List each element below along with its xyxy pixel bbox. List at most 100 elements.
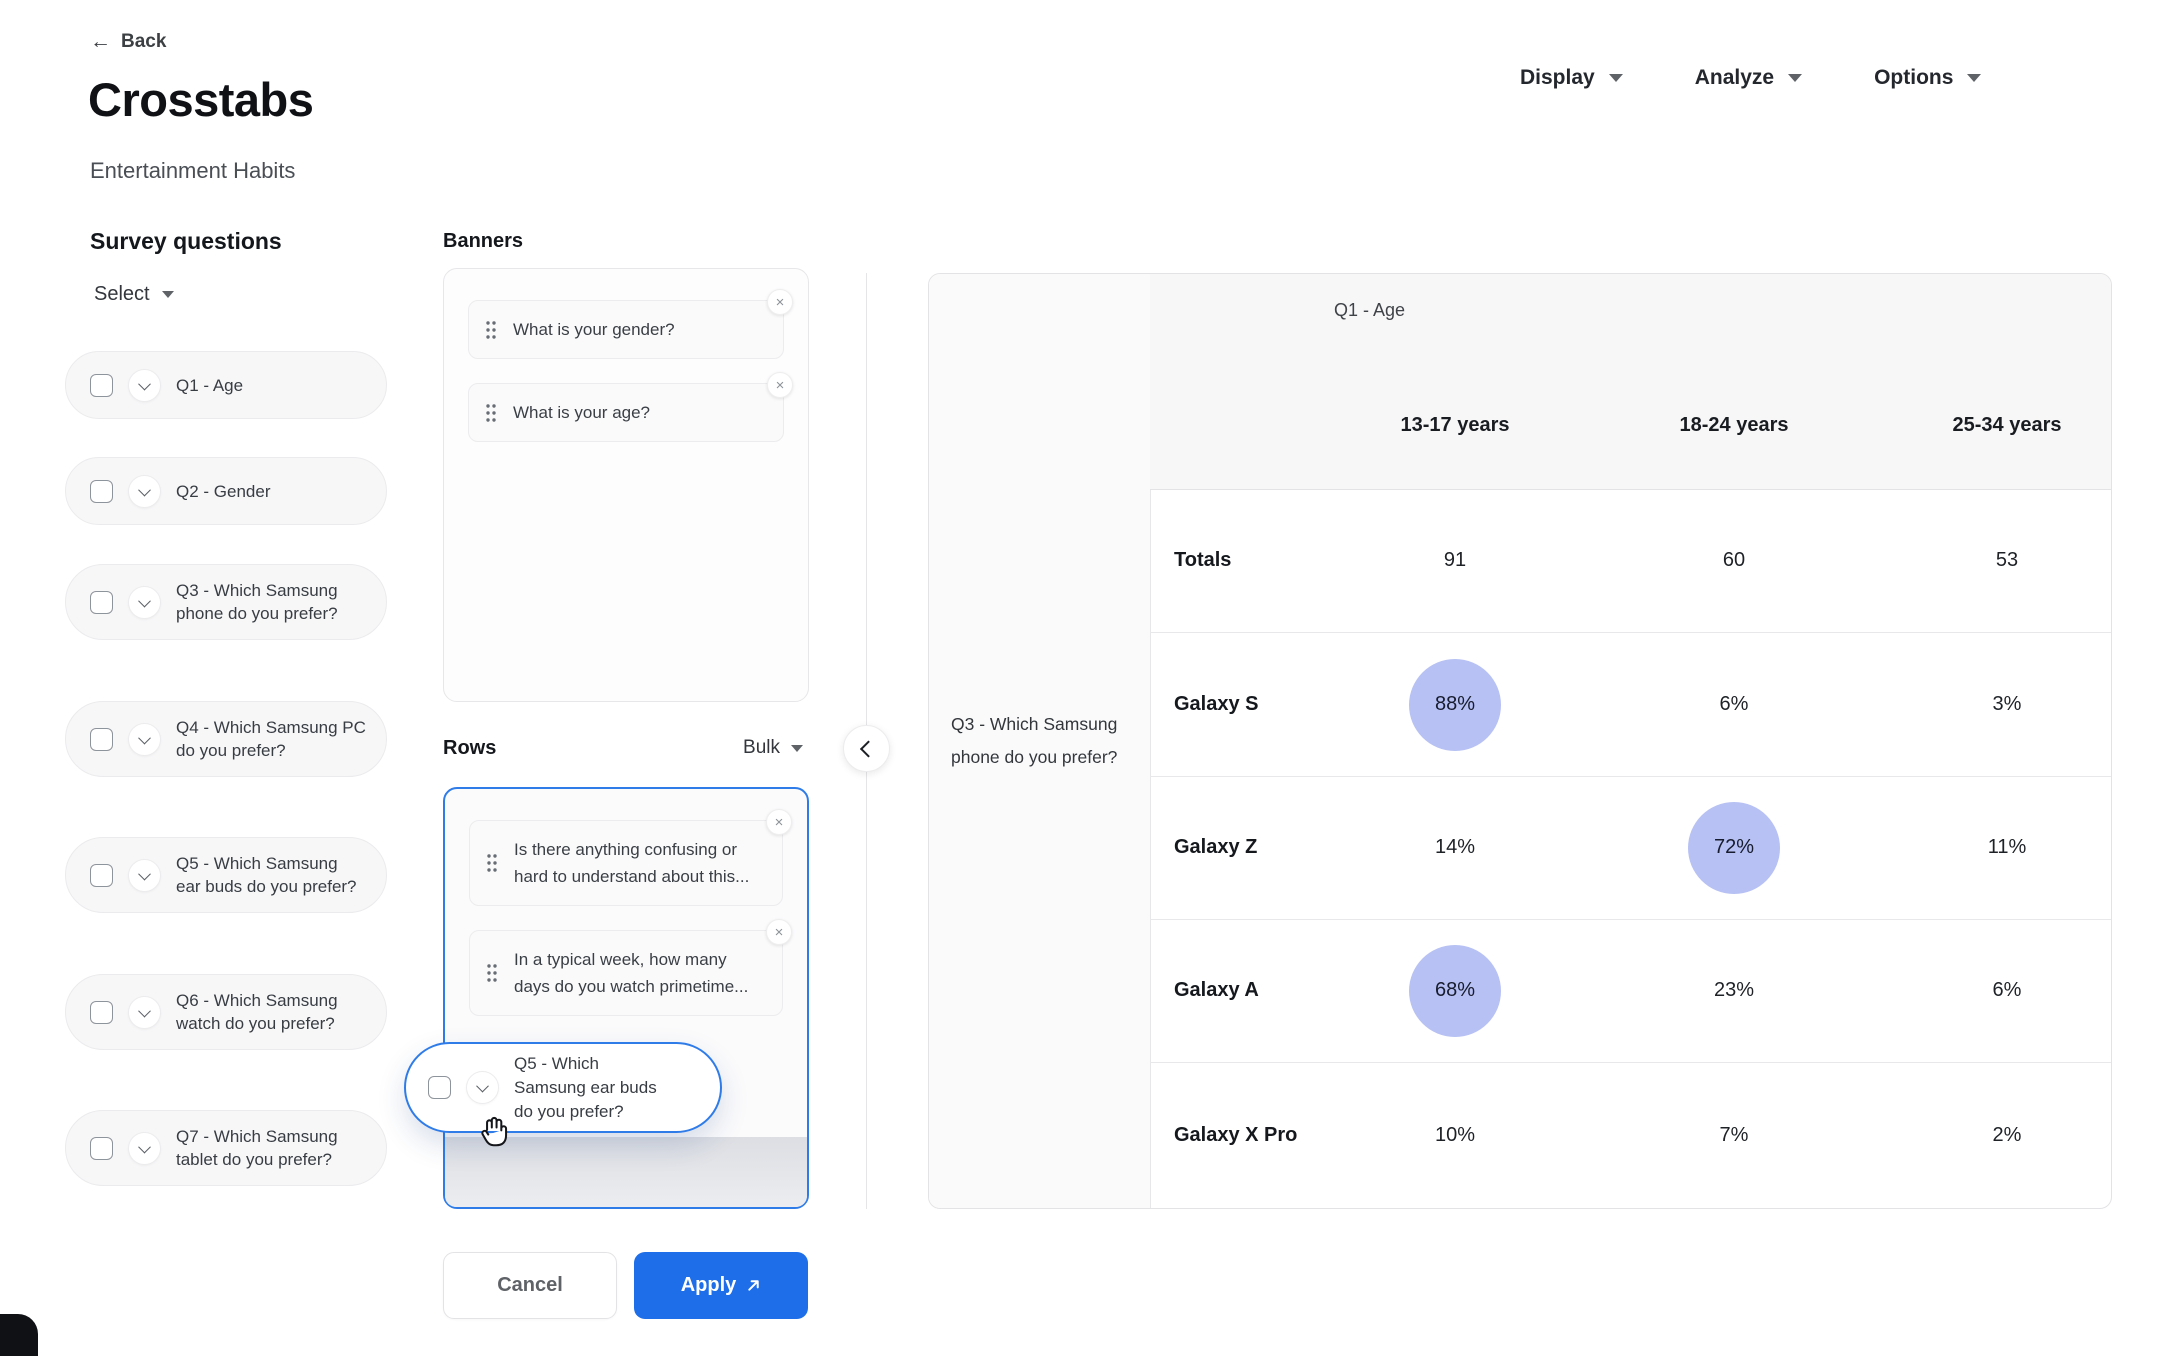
select-dropdown-label: Select — [94, 283, 150, 306]
cell-value: 60 — [1723, 549, 1745, 572]
row-item-primetime[interactable]: In a typical week, how many days do you … — [469, 930, 783, 1016]
expand-chevron-button[interactable] — [128, 723, 161, 756]
row-item-confusing[interactable]: Is there anything confusing or hard to u… — [469, 820, 783, 906]
options-menu-button[interactable]: Options — [1874, 66, 1981, 90]
crosstab-table: Q3 - Which Samsung phone do you prefer? … — [928, 273, 2112, 1209]
question-pill-q3[interactable]: Q3 - Which Samsung phone do you prefer? — [65, 564, 387, 640]
chevron-down-icon — [138, 1004, 151, 1017]
column-header: 13-17 years — [1345, 414, 1565, 437]
cell-value: 23% — [1714, 979, 1754, 1002]
caret-down-icon — [791, 745, 803, 752]
caret-down-icon — [1788, 74, 1802, 82]
apply-button-label: Apply — [681, 1274, 737, 1297]
table-cell: 6% — [1897, 919, 2112, 1062]
select-dropdown[interactable]: Select — [88, 282, 180, 307]
bulk-dropdown[interactable]: Bulk — [737, 736, 809, 760]
remove-row-button[interactable]: × — [766, 809, 792, 835]
collapse-panel-button[interactable] — [843, 725, 890, 772]
page-subtitle: Entertainment Habits — [90, 158, 295, 184]
cell-value: 14% — [1435, 836, 1475, 859]
question-pill-q7[interactable]: Q7 - Which Samsung tablet do you prefer? — [65, 1110, 387, 1186]
banner-item-age[interactable]: What is your age? × — [468, 383, 784, 442]
remove-row-button[interactable]: × — [766, 919, 792, 945]
rows-header: Rows Bulk — [443, 736, 809, 760]
cancel-button-label: Cancel — [497, 1274, 563, 1296]
question-pill-q2[interactable]: Q2 - Gender — [65, 457, 387, 525]
analyze-menu-label: Analyze — [1695, 66, 1774, 90]
row-question-label: Q3 - Which Samsung phone do you prefer? — [929, 708, 1150, 774]
apply-button[interactable]: Apply — [634, 1252, 808, 1319]
options-menu-label: Options — [1874, 66, 1953, 90]
row-item-label: Is there anything confusing or hard to u… — [514, 836, 754, 890]
chevron-down-icon — [138, 483, 151, 496]
row-item-label: In a typical week, how many days do you … — [514, 946, 754, 1000]
back-button[interactable]: ← Back — [90, 30, 166, 54]
expand-chevron-button[interactable] — [128, 586, 161, 619]
remove-banner-button[interactable]: × — [767, 372, 793, 398]
expand-chevron-button[interactable] — [466, 1071, 499, 1104]
question-label: Q3 - Which Samsung phone do you prefer? — [176, 579, 366, 625]
survey-questions-heading: Survey questions — [90, 228, 282, 255]
banner-item-label: What is your gender? — [513, 316, 675, 343]
drag-handle-icon[interactable] — [485, 403, 497, 423]
table-cell: 7% — [1624, 1062, 1844, 1208]
cell-value: 6% — [1720, 693, 1749, 716]
page-title: Crosstabs — [88, 72, 313, 127]
question-label: Q6 - Which Samsung watch do you prefer? — [176, 989, 366, 1035]
close-icon: × — [776, 295, 785, 310]
chevron-down-icon — [476, 1080, 489, 1093]
analyze-menu-button[interactable]: Analyze — [1695, 66, 1802, 90]
question-checkbox[interactable] — [90, 374, 113, 397]
dragged-question-pill-q5[interactable]: Q5 - Which Samsung ear buds do you prefe… — [404, 1042, 722, 1133]
expand-chevron-button[interactable] — [128, 859, 161, 892]
close-icon: × — [775, 815, 784, 830]
question-pill-q4[interactable]: Q4 - Which Samsung PC do you prefer? — [65, 701, 387, 777]
remove-banner-button[interactable]: × — [767, 289, 793, 315]
drag-handle-icon[interactable] — [486, 963, 498, 983]
question-checkbox[interactable] — [90, 1001, 113, 1024]
drag-handle-icon[interactable] — [486, 853, 498, 873]
caret-down-icon — [1967, 74, 1981, 82]
back-label: Back — [121, 31, 166, 53]
expand-chevron-button[interactable] — [128, 369, 161, 402]
dragged-question-label: Q5 - Which Samsung ear buds do you prefe… — [514, 1052, 674, 1124]
highlight-bubble: 72% — [1688, 802, 1780, 894]
table-cell: 3% — [1897, 633, 2112, 776]
desktop-corner — [0, 1314, 38, 1356]
cell-value: 53 — [1996, 549, 2018, 572]
banner-item-gender[interactable]: What is your gender? × — [468, 300, 784, 359]
chevron-down-icon — [138, 377, 151, 390]
question-checkbox[interactable] — [90, 864, 113, 887]
cell-value: 10% — [1435, 1124, 1475, 1147]
display-menu-button[interactable]: Display — [1520, 66, 1623, 90]
cell-value: 88% — [1435, 693, 1475, 716]
close-icon: × — [775, 925, 784, 940]
question-checkbox[interactable] — [90, 728, 113, 751]
table-cell: 53 — [1897, 489, 2112, 632]
expand-chevron-button[interactable] — [128, 1132, 161, 1165]
question-checkbox[interactable] — [90, 480, 113, 503]
cell-value: 6% — [1993, 979, 2022, 1002]
question-checkbox[interactable] — [90, 1137, 113, 1160]
highlight-bubble: 68% — [1409, 945, 1501, 1037]
arrow-up-right-icon — [746, 1278, 761, 1293]
expand-chevron-button[interactable] — [128, 996, 161, 1029]
row-question-column: Q3 - Which Samsung phone do you prefer? — [929, 274, 1151, 1208]
question-checkbox[interactable] — [90, 591, 113, 614]
cell-value: 91 — [1444, 549, 1466, 572]
question-label: Q4 - Which Samsung PC do you prefer? — [176, 716, 366, 762]
cancel-button[interactable]: Cancel — [443, 1252, 617, 1319]
cell-value: 11% — [1988, 836, 2027, 859]
table-cell: 88% — [1345, 633, 1565, 776]
bulk-dropdown-label: Bulk — [743, 737, 780, 759]
question-pill-q6[interactable]: Q6 - Which Samsung watch do you prefer? — [65, 974, 387, 1050]
expand-chevron-button[interactable] — [128, 475, 161, 508]
question-pill-q1[interactable]: Q1 - Age — [65, 351, 387, 419]
drag-handle-icon[interactable] — [485, 320, 497, 340]
question-pill-q5[interactable]: Q5 - Which Samsung ear buds do you prefe… — [65, 837, 387, 913]
row-label: Galaxy A — [1174, 919, 1259, 1062]
row-label: Totals — [1174, 489, 1231, 632]
table-cell: 11% — [1897, 776, 2112, 919]
row-label: Galaxy S — [1174, 633, 1259, 776]
question-checkbox[interactable] — [428, 1076, 451, 1099]
